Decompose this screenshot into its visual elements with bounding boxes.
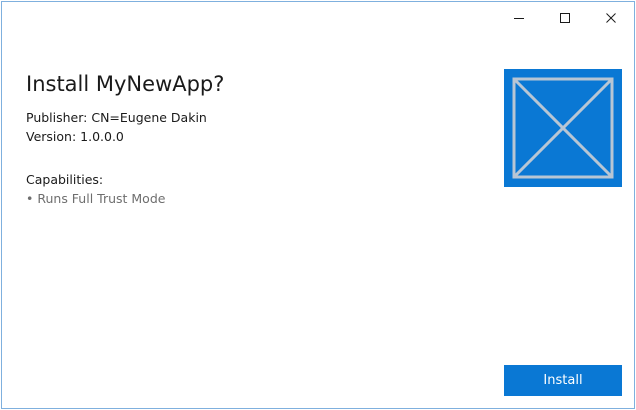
minimize-button[interactable] (496, 2, 542, 34)
install-title: Install MyNewApp? (26, 72, 225, 96)
maximize-button[interactable] (542, 2, 588, 34)
capabilities-header: Capabilities: (26, 172, 104, 187)
maximize-icon (560, 13, 570, 23)
close-button[interactable] (588, 2, 634, 34)
minimize-icon (514, 18, 524, 19)
placeholder-logo-icon (512, 77, 614, 179)
install-button[interactable]: Install (504, 365, 622, 396)
caption-buttons (496, 2, 634, 34)
installer-window: Install MyNewApp? Publisher: CN=Eugene D… (1, 1, 635, 409)
close-icon (606, 13, 616, 23)
capability-item: • Runs Full Trust Mode (26, 191, 166, 206)
app-logo (504, 69, 622, 187)
publisher-text: Publisher: CN=Eugene Dakin (26, 110, 207, 125)
version-text: Version: 1.0.0.0 (26, 129, 124, 144)
